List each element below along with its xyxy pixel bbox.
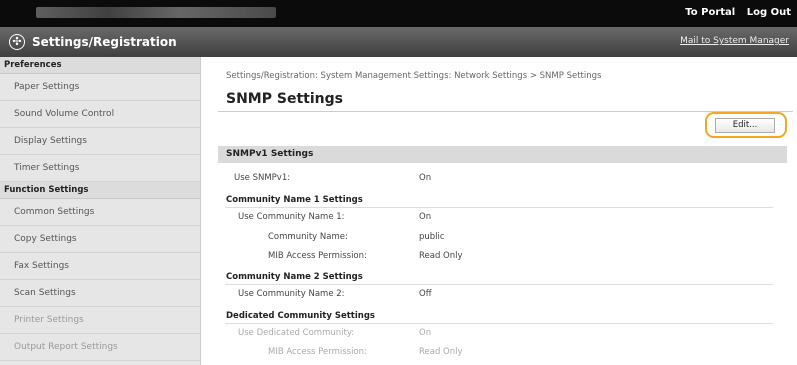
sidebar-item-common-settings[interactable]: Common Settings [0, 199, 200, 226]
mib-permission-1-label: MIB Access Permission: [268, 251, 367, 261]
use-dedicated-label: Use Dedicated Community: [238, 328, 355, 338]
sidebar-item-scan-settings[interactable]: Scan Settings [0, 280, 200, 307]
device-path-blurred [36, 7, 276, 18]
use-snmpv1-value: On [419, 173, 432, 183]
divider [225, 323, 773, 324]
title-divider [218, 111, 793, 112]
sidebar-item-paper-settings[interactable]: Paper Settings [0, 74, 200, 101]
use-community-1-label: Use Community Name 1: [238, 212, 345, 222]
sidebar-item-copy-settings[interactable]: Copy Settings [0, 226, 200, 253]
settings-logo-icon: ✣ [9, 34, 25, 50]
log-out-link[interactable]: Log Out [747, 7, 791, 18]
use-dedicated-value: On [419, 328, 432, 338]
top-links: To Portal Log Out [677, 7, 791, 18]
community-2-heading: Community Name 2 Settings [226, 272, 363, 282]
community-name-value: public [419, 232, 445, 242]
page-title: SNMP Settings [226, 91, 343, 107]
sidebar-item-timer-settings[interactable]: Timer Settings [0, 155, 200, 182]
app-title: Settings/Registration [32, 35, 177, 49]
sidebar-item-fax-settings[interactable]: Fax Settings [0, 253, 200, 280]
sidebar-item-output-report[interactable]: Output Report Settings [0, 334, 200, 361]
use-community-2-value: Off [419, 289, 432, 299]
edit-button[interactable]: Edit... [715, 118, 775, 133]
mib-permission-1-value: Read Only [419, 251, 463, 261]
mail-to-system-manager-link[interactable]: Mail to System Manager [680, 36, 789, 46]
sidebar-section-preferences: Preferences [0, 57, 200, 74]
sidebar-item-display-settings[interactable]: Display Settings [0, 128, 200, 155]
top-bar: To Portal Log Out [0, 0, 797, 27]
sidebar-section-function: Function Settings [0, 182, 200, 199]
dedicated-community-heading: Dedicated Community Settings [226, 311, 375, 321]
divider [225, 207, 773, 208]
mib-permission-2-value: Read Only [419, 347, 463, 357]
community-1-heading: Community Name 1 Settings [226, 195, 363, 205]
sidebar-item-printer-settings[interactable]: Printer Settings [0, 307, 200, 334]
snmpv1-section-header: SNMPv1 Settings [218, 146, 787, 163]
to-portal-link[interactable]: To Portal [685, 7, 735, 18]
title-bar: ✣ Settings/Registration Mail to System M… [0, 27, 797, 57]
use-community-2-label: Use Community Name 2: [238, 289, 345, 299]
breadcrumb: Settings/Registration: System Management… [226, 71, 602, 81]
sidebar: Preferences Paper Settings Sound Volume … [0, 57, 201, 365]
mib-permission-2-label: MIB Access Permission: [268, 347, 367, 357]
use-community-1-value: On [419, 212, 432, 222]
community-name-label: Community Name: [268, 232, 348, 242]
divider [225, 284, 773, 285]
use-snmpv1-label: Use SNMPv1: [234, 173, 291, 183]
sidebar-item-sound-volume[interactable]: Sound Volume Control [0, 101, 200, 128]
edit-button-highlight: Edit... [705, 112, 787, 138]
